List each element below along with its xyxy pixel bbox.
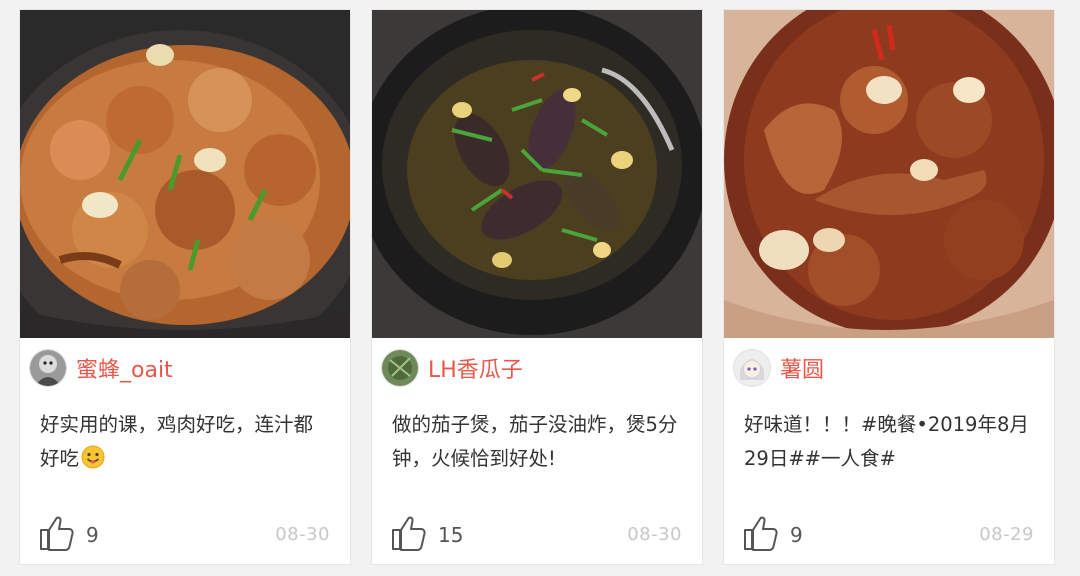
thumbs-up-icon bbox=[392, 516, 426, 551]
like-button[interactable]: 15 bbox=[390, 515, 463, 555]
eggplant-claypot-photo[interactable] bbox=[372, 10, 702, 338]
post-footer: 9 08-30 bbox=[38, 515, 330, 555]
author-name[interactable]: 薯圆 bbox=[780, 352, 824, 384]
post-card[interactable]: 薯圆 好味道！！！#晚餐•2019年8月29日##一人食# 9 08-29 bbox=[724, 10, 1054, 564]
thumbs-up-icon bbox=[40, 516, 74, 551]
like-button[interactable]: 9 bbox=[38, 515, 99, 555]
author-name[interactable]: 蜜蜂_oait bbox=[76, 352, 173, 384]
post-card[interactable]: 蜜蜂_oait 好实用的课，鸡肉好吃，连汁都好吃 9 08-30 bbox=[20, 10, 350, 564]
avatar[interactable] bbox=[382, 350, 418, 386]
chicken-claypot-photo[interactable] bbox=[20, 10, 350, 338]
caption-text: 做的茄子煲，茄子没油炸，煲5分钟，火候恰到好处! bbox=[392, 413, 678, 470]
author-row[interactable]: LH香瓜子 bbox=[382, 348, 523, 388]
author-row[interactable]: 薯圆 bbox=[734, 348, 824, 388]
like-button[interactable]: 9 bbox=[742, 515, 803, 555]
author-row[interactable]: 蜜蜂_oait bbox=[30, 348, 173, 388]
post-date: 08-30 bbox=[627, 524, 682, 545]
post-caption: 好实用的课，鸡肉好吃，连汁都好吃 bbox=[40, 408, 332, 476]
caption-text: 好味道！！！#晚餐•2019年8月29日##一人食# bbox=[744, 413, 1029, 470]
thumbs-up-icon bbox=[744, 516, 778, 551]
post-card[interactable]: LH香瓜子 做的茄子煲，茄子没油炸，煲5分钟，火候恰到好处! 15 08-30 bbox=[372, 10, 702, 564]
post-caption: 做的茄子煲，茄子没油炸，煲5分钟，火候恰到好处! bbox=[392, 408, 684, 476]
post-footer: 15 08-30 bbox=[390, 515, 682, 555]
like-count: 9 bbox=[86, 523, 99, 547]
post-footer: 9 08-29 bbox=[742, 515, 1034, 555]
like-count: 15 bbox=[438, 523, 464, 547]
recipe-feed: 蜜蜂_oait 好实用的课，鸡肉好吃，连汁都好吃 9 08-30 LH香瓜子 做… bbox=[0, 0, 1080, 576]
post-caption: 好味道！！！#晚餐•2019年8月29日##一人食# bbox=[744, 408, 1036, 476]
post-date: 08-30 bbox=[275, 524, 330, 545]
grinning-emoji-icon bbox=[81, 445, 105, 469]
post-date: 08-29 bbox=[979, 524, 1034, 545]
braised-duck-photo[interactable] bbox=[724, 10, 1054, 338]
like-count: 9 bbox=[790, 523, 803, 547]
author-name[interactable]: LH香瓜子 bbox=[428, 352, 523, 384]
avatar[interactable] bbox=[734, 350, 770, 386]
avatar[interactable] bbox=[30, 350, 66, 386]
